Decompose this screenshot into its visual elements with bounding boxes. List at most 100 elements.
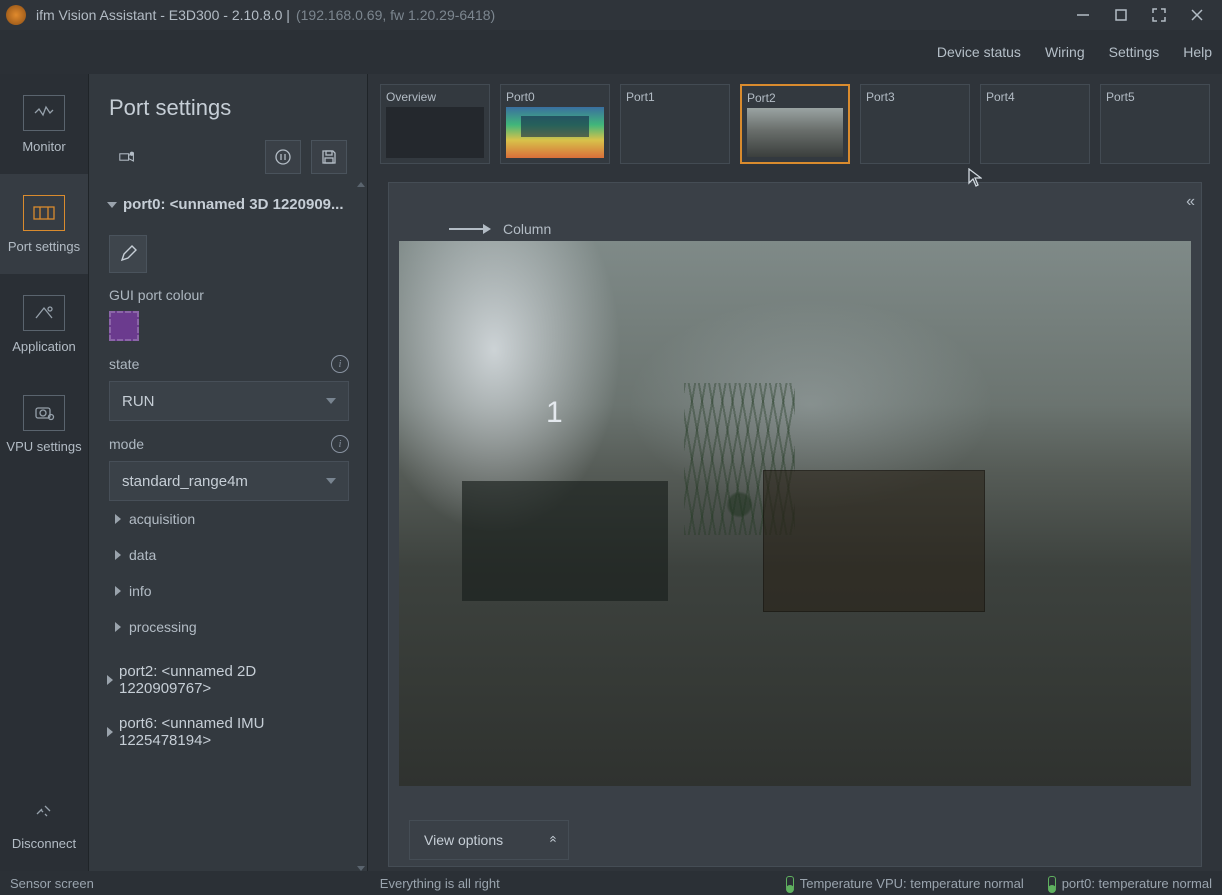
port6-accordion[interactable]: port6: <unnamed IMU 1225478194> (107, 709, 349, 755)
thumb-port4[interactable]: Port4 (980, 84, 1090, 164)
viewer: « Column 1 View options » (388, 182, 1202, 867)
rail-application-label: Application (12, 339, 76, 354)
chevron-up-icon: » (544, 838, 559, 842)
record-button[interactable] (109, 140, 145, 174)
rail-vpu-settings[interactable]: VPU settings (0, 374, 88, 474)
rail-disconnect[interactable]: Disconnect (0, 771, 88, 871)
thumb-label: Port1 (626, 90, 724, 104)
chevron-right-icon (107, 675, 113, 685)
mode-select[interactable]: standard_range4m (109, 461, 349, 501)
temp-vpu-text: Temperature VPU: temperature normal (800, 876, 1024, 891)
thumb-image (506, 107, 604, 158)
state-label: state (109, 356, 139, 372)
port0-accordion[interactable]: port0: <unnamed 3D 1220909... (107, 190, 349, 219)
chevron-down-icon (107, 202, 117, 208)
chevron-right-icon (115, 550, 121, 560)
port2-head-label: port2: <unnamed 2D 1220909767> (119, 663, 349, 697)
temp-port0-indicator: port0: temperature normal (1048, 876, 1212, 891)
thumbnail-strip: Overview Port0 Port1 Port2 Port3 Port4 P… (368, 74, 1222, 174)
application-icon (23, 295, 65, 331)
state-select[interactable]: RUN (109, 381, 349, 421)
rail-monitor-label: Monitor (22, 139, 65, 154)
column-label: Column (503, 221, 551, 237)
data-accordion[interactable]: data (109, 537, 349, 573)
thumb-port2[interactable]: Port2 (740, 84, 850, 164)
chevron-right-icon (115, 514, 121, 524)
chevron-right-icon (107, 727, 113, 737)
side-panel: Port settings port0: <unnamed 3D 1220909… (88, 74, 368, 871)
left-rail: Monitor Port settings Application VPU se… (0, 74, 88, 871)
edit-button[interactable] (109, 235, 147, 273)
monitor-icon (23, 95, 65, 131)
panel-scrollbar[interactable] (357, 182, 365, 871)
view-options-label: View options (424, 832, 503, 848)
port2-accordion[interactable]: port2: <unnamed 2D 1220909767> (107, 657, 349, 703)
menu-help[interactable]: Help (1183, 44, 1212, 60)
disconnect-icon (23, 792, 65, 828)
menu-wiring[interactable]: Wiring (1045, 44, 1085, 60)
app-logo-icon (6, 5, 26, 25)
port6-head-label: port6: <unnamed IMU 1225478194> (119, 715, 349, 749)
thumb-label: Port5 (1106, 90, 1204, 104)
rail-vpu-settings-label: VPU settings (6, 439, 81, 454)
fullscreen-button[interactable] (1140, 2, 1178, 28)
chevron-down-icon (326, 478, 336, 484)
save-button[interactable] (311, 140, 347, 174)
pause-button[interactable] (265, 140, 301, 174)
rail-disconnect-label: Disconnect (12, 836, 76, 851)
thumb-port0[interactable]: Port0 (500, 84, 610, 164)
chevron-right-icon (115, 622, 121, 632)
colour-swatch[interactable] (109, 311, 139, 341)
port0-head-label: port0: <unnamed 3D 1220909... (123, 196, 344, 213)
titlebar: ifm Vision Assistant - E3D300 - 2.10.8.0… (0, 0, 1222, 30)
acquisition-accordion[interactable]: acquisition (109, 501, 349, 537)
thumb-label: Port0 (506, 90, 604, 104)
status-center: Everything is all right (380, 876, 500, 891)
info-label: info (129, 583, 152, 599)
rail-monitor[interactable]: Monitor (0, 74, 88, 174)
gui-colour-label: GUI port colour (109, 287, 204, 303)
top-menu: Device status Wiring Settings Help (0, 30, 1222, 74)
thumb-label: Overview (386, 90, 484, 104)
rail-port-settings-label: Port settings (8, 239, 80, 254)
chevron-down-icon (326, 398, 336, 404)
overlay-number: 1 (546, 396, 563, 430)
window-subtitle: (192.168.0.69, fw 1.20.29-6418) (296, 7, 495, 23)
rail-application[interactable]: Application (0, 274, 88, 374)
thumb-image (747, 108, 843, 157)
data-label: data (129, 547, 156, 563)
menu-settings[interactable]: Settings (1109, 44, 1160, 60)
thumb-port5[interactable]: Port5 (1100, 84, 1210, 164)
thumb-port1[interactable]: Port1 (620, 84, 730, 164)
thumb-label: Port2 (747, 91, 843, 105)
info-icon[interactable]: i (331, 435, 349, 453)
collapse-panel-button[interactable]: « (1186, 193, 1195, 211)
proc-label: processing (129, 619, 197, 635)
panel-title: Port settings (89, 74, 367, 142)
temp-port0-text: port0: temperature normal (1062, 876, 1212, 891)
status-bar: Sensor screen Everything is all right Te… (0, 871, 1222, 895)
thumb-overview[interactable]: Overview (380, 84, 490, 164)
thumb-label: Port4 (986, 90, 1084, 104)
column-arrow-icon (449, 228, 489, 230)
thermometer-icon (786, 876, 794, 890)
thumb-port3[interactable]: Port3 (860, 84, 970, 164)
rail-port-settings[interactable]: Port settings (0, 174, 88, 274)
camera-image[interactable]: 1 (399, 241, 1191, 786)
port-settings-icon (23, 195, 65, 231)
window-title: ifm Vision Assistant - E3D300 - 2.10.8.0… (36, 7, 290, 23)
restore-button[interactable] (1102, 2, 1140, 28)
close-button[interactable] (1178, 2, 1216, 28)
info-accordion[interactable]: info (109, 573, 349, 609)
thumb-image (386, 107, 484, 158)
main-area: Overview Port0 Port1 Port2 Port3 Port4 P… (368, 74, 1222, 871)
view-options-toggle[interactable]: View options » (409, 820, 569, 860)
menu-device-status[interactable]: Device status (937, 44, 1021, 60)
chevron-right-icon (115, 586, 121, 596)
mode-label: mode (109, 436, 144, 452)
minimize-button[interactable] (1064, 2, 1102, 28)
temp-vpu-indicator: Temperature VPU: temperature normal (786, 876, 1024, 891)
processing-accordion[interactable]: processing (109, 609, 349, 645)
info-icon[interactable]: i (331, 355, 349, 373)
vpu-settings-icon (23, 395, 65, 431)
